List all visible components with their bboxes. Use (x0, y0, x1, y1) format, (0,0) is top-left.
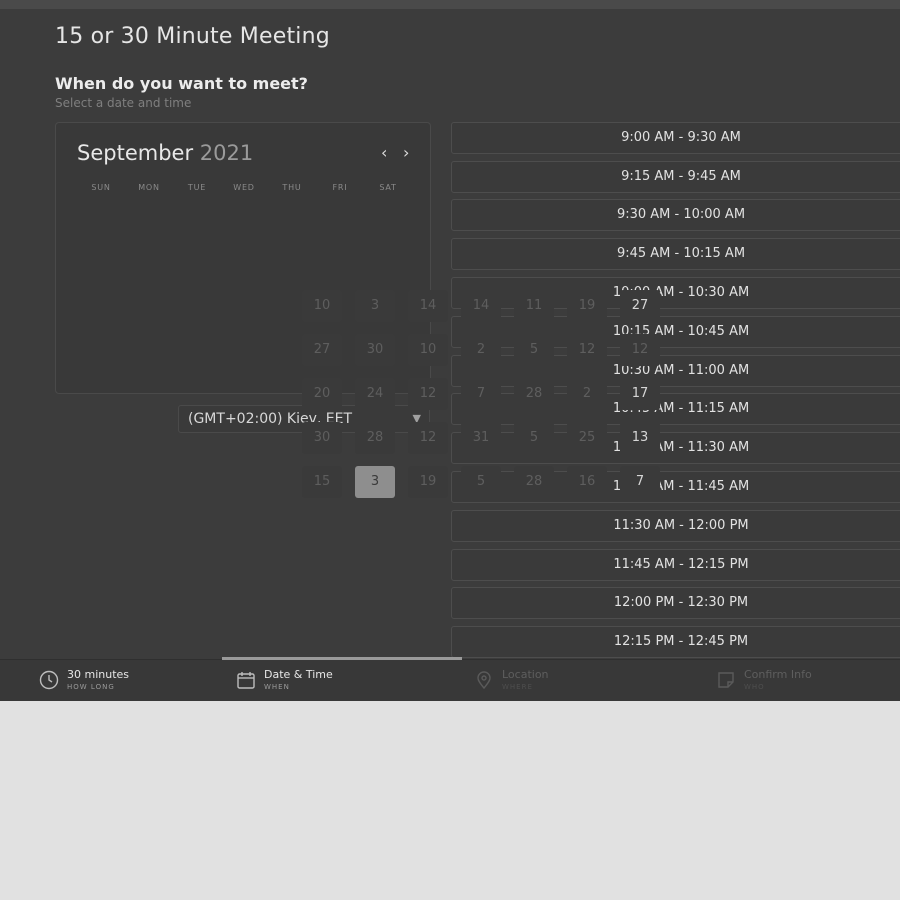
calendar-day[interactable]: 13 (620, 422, 660, 454)
calendar-day[interactable]: 14 (408, 290, 448, 322)
calendar-day[interactable]: 7 (461, 378, 501, 410)
time-slot-label: 12:15 PM - 12:45 PM (613, 634, 749, 649)
step-how-long[interactable]: 30 minutes HOW LONG (39, 667, 199, 695)
chevron-left-icon[interactable]: ‹ (381, 143, 387, 162)
calendar-day[interactable]: 7 (620, 466, 660, 498)
calendar-day[interactable]: 28 (355, 422, 395, 454)
calendar-day[interactable]: 27 (620, 290, 660, 322)
step-progress-bar (222, 657, 462, 660)
calendar-day[interactable]: 24 (355, 378, 395, 410)
calendar-day[interactable]: 27 (302, 334, 342, 366)
calendar-day[interactable]: 17 (620, 378, 660, 410)
calendar-day[interactable]: 20 (302, 378, 342, 410)
time-slot[interactable]: 11:45 AM - 12:15 PM (451, 549, 900, 581)
clock-icon (39, 670, 59, 690)
step-navigation: 30 minutes HOW LONG Date & Time WHEN Loc… (0, 657, 900, 701)
calendar-day[interactable]: 5 (514, 334, 554, 366)
time-slot-label: 9:30 AM - 10:00 AM (616, 207, 746, 222)
time-slot-label: 9:45 AM - 10:15 AM (616, 246, 746, 261)
time-slot[interactable]: 9:15 AM - 9:45 AM (451, 161, 900, 193)
step-subtitle: WHEN (264, 683, 290, 691)
time-slot[interactable]: 9:45 AM - 10:15 AM (451, 238, 900, 270)
weekday-sun: SUN (91, 183, 111, 192)
calendar-day[interactable]: 12 (408, 422, 448, 454)
calendar-day[interactable]: 14 (461, 290, 501, 322)
weekday-mon: MON (138, 183, 160, 192)
time-slot[interactable]: 12:15 PM - 12:45 PM (451, 626, 900, 658)
calendar-day[interactable]: 2 (567, 378, 607, 410)
calendar-day[interactable]: 3 (355, 290, 395, 322)
step-subtitle: WHERE (502, 683, 533, 691)
calendar-day[interactable]: 11 (514, 290, 554, 322)
calendar-day-grid: 10 3 14 14 11 19 27 27 30 10 2 5 12 12 20 24 12 7 28 2 17 30 2… (302, 288, 662, 500)
date-subtext: Select a date and time (55, 96, 192, 110)
calendar-day[interactable]: 10 (302, 290, 342, 322)
calendar-day[interactable]: 12 (567, 334, 607, 366)
calendar-day[interactable]: 19 (567, 290, 607, 322)
calendar-day[interactable]: 16 (567, 466, 607, 498)
weekday-header: SUN MON TUE WED THU FRI SAT (77, 183, 412, 195)
step-subtitle: WHO (744, 683, 765, 691)
calendar-year: 2021 (199, 141, 254, 165)
weekday-tue: TUE (187, 183, 207, 192)
step-title: Date & Time (264, 668, 333, 681)
calendar-day[interactable]: 12 (620, 334, 660, 366)
time-slot-label: 11:30 AM - 12:00 PM (613, 518, 749, 533)
time-slot-label: 9:15 AM - 9:45 AM (621, 169, 741, 184)
weekday-sat: SAT (379, 183, 397, 192)
weekday-fri: FRI (332, 183, 348, 192)
calendar-day[interactable]: 28 (514, 466, 554, 498)
calendar-month: September (77, 141, 194, 165)
calendar-day[interactable]: 19 (408, 466, 448, 498)
scheduler-window: 15 or 30 Minute Meeting When do you want… (0, 0, 900, 701)
chevron-right-icon[interactable]: › (403, 143, 409, 162)
time-slot[interactable]: 9:00 AM - 9:30 AM (451, 122, 900, 154)
time-slot-label: 9:00 AM - 9:30 AM (621, 130, 741, 145)
calendar-month-year: September 2021 (77, 141, 253, 165)
step-where[interactable]: Location WHERE (474, 667, 634, 695)
calendar-day[interactable]: 12 (408, 378, 448, 410)
calendar-day-selected[interactable]: 3 (355, 466, 395, 498)
step-subtitle: HOW LONG (67, 683, 115, 691)
calendar-day[interactable]: 30 (302, 422, 342, 454)
time-slot[interactable]: 12:00 PM - 12:30 PM (451, 587, 900, 619)
calendar-day[interactable]: 30 (355, 334, 395, 366)
note-icon (718, 672, 734, 688)
time-slot-label: 11:45 AM - 12:15 PM (613, 557, 749, 572)
time-slot[interactable]: 11:30 AM - 12:00 PM (451, 510, 900, 542)
date-question: When do you want to meet? (55, 74, 308, 93)
calendar-day[interactable]: 25 (567, 422, 607, 454)
calendar-day[interactable]: 28 (514, 378, 554, 410)
calendar-icon (237, 672, 255, 689)
weekday-thu: THU (282, 183, 302, 192)
meeting-title: 15 or 30 Minute Meeting (55, 24, 330, 49)
weekday-wed: WED (233, 183, 255, 192)
top-strip (0, 0, 900, 9)
calendar-day[interactable]: 2 (461, 334, 501, 366)
step-title: Location (502, 668, 549, 681)
calendar-day[interactable]: 10 (408, 334, 448, 366)
calendar-day[interactable]: 5 (461, 466, 501, 498)
calendar-day[interactable]: 5 (514, 422, 554, 454)
step-who[interactable]: Confirm Info WHO (716, 667, 876, 695)
calendar-day[interactable]: 31 (461, 422, 501, 454)
calendar-day[interactable]: 15 (302, 466, 342, 498)
step-title: 30 minutes (67, 668, 130, 681)
step-title: Confirm Info (744, 668, 812, 681)
map-pin-icon (477, 671, 491, 690)
step-when[interactable]: Date & Time WHEN (236, 667, 396, 695)
time-slot[interactable]: 9:30 AM - 10:00 AM (451, 199, 900, 231)
time-slot-label: 12:00 PM - 12:30 PM (613, 595, 749, 610)
